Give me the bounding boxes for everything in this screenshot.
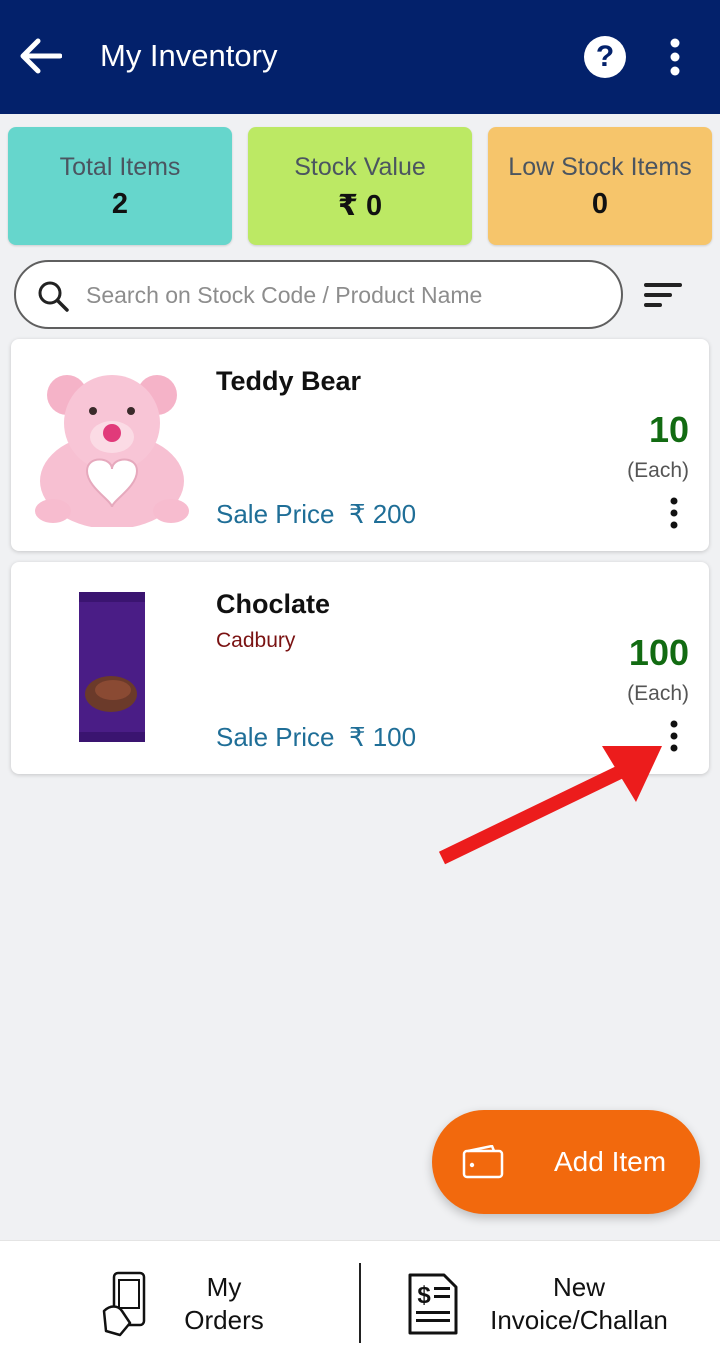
annotation-arrow-icon — [438, 746, 662, 865]
stat-value: 0 — [591, 188, 609, 220]
more-vert-icon[interactable] — [661, 497, 687, 529]
item-sale-price: Sale Price ₹ 100 — [216, 722, 417, 752]
bottom-navigation: My Orders $ New Invoice/Challan — [0, 1240, 720, 1372]
my-orders-button[interactable]: My Orders — [60, 1261, 320, 1353]
stat-label: Total Items — [59, 153, 181, 181]
arrow-left-icon — [20, 38, 62, 74]
add-item-button[interactable]: Add Item — [432, 1110, 700, 1214]
stat-label: Stock Value — [294, 153, 426, 181]
inventory-item-card[interactable]: Teddy Bear Sale Price ₹ 200 10 (Each) — [11, 339, 709, 551]
item-unit: (Each) — [627, 459, 689, 482]
stat-low-stock-items[interactable]: Low Stock Items 0 — [488, 127, 712, 245]
add-item-label: Add Item — [554, 1146, 667, 1177]
stat-value: ₹ 0 — [337, 190, 383, 222]
search-input[interactable] — [86, 276, 606, 314]
search-icon — [38, 281, 69, 312]
stat-total-items[interactable]: Total Items 2 — [8, 127, 232, 245]
orders-phone-icon — [102, 1271, 146, 1337]
stat-label: Low Stock Items — [508, 153, 692, 181]
teddy-bear-thumbnail — [35, 375, 189, 527]
sort-icon[interactable] — [640, 276, 686, 316]
item-sale-price: Sale Price ₹ 200 — [216, 499, 417, 529]
new-invoice-button[interactable]: $ New Invoice/Challan — [400, 1261, 700, 1353]
item-name: Choclate — [216, 589, 331, 619]
chocolate-thumbnail — [79, 592, 145, 742]
item-quantity: 100 — [628, 632, 689, 673]
my-orders-label: My Orders — [184, 1272, 264, 1335]
help-button[interactable]: ? — [584, 36, 626, 78]
item-quantity: 10 — [648, 409, 689, 450]
overflow-menu-button[interactable] — [660, 36, 690, 78]
page-title: My Inventory — [100, 38, 278, 73]
back-button[interactable] — [16, 34, 64, 78]
search-bar[interactable] — [14, 260, 623, 329]
help-circle-icon: ? — [595, 40, 615, 73]
stat-value: 2 — [111, 188, 129, 220]
new-invoice-label: New Invoice/Challan — [490, 1272, 668, 1335]
invoice-document-icon: $ — [408, 1273, 458, 1335]
app-bar: My Inventory ? — [0, 0, 720, 114]
item-brand: Cadbury — [216, 629, 296, 652]
item-unit: (Each) — [627, 682, 689, 705]
wallet-icon — [462, 1145, 504, 1179]
item-name: Teddy Bear — [216, 366, 362, 396]
svg-text:$: $ — [417, 1282, 431, 1309]
stat-stock-value[interactable]: Stock Value ₹ 0 — [248, 127, 472, 245]
bottom-divider — [359, 1263, 361, 1343]
more-vert-icon — [670, 38, 680, 76]
